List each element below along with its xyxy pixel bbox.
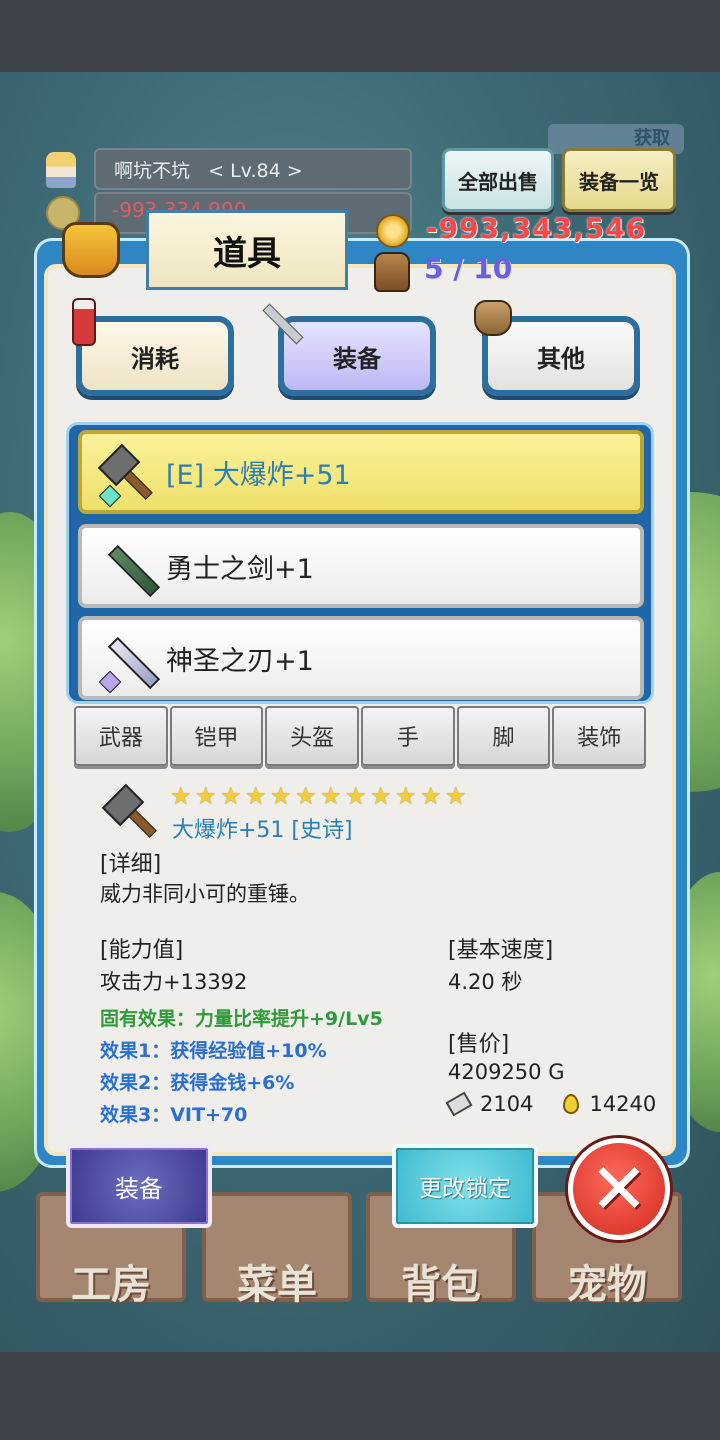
price-value: 4209250 G xyxy=(448,1060,565,1084)
list-item[interactable]: [E] 大爆炸+51 xyxy=(78,430,644,514)
player-name-level: 啊坑不坑 < Lv.84 > xyxy=(114,160,303,182)
detail-label: [详细] xyxy=(100,852,162,877)
nav-bag-label: 背包 xyxy=(401,1262,481,1308)
hammer-icon xyxy=(97,443,153,508)
effect-1: 效果1：获得经验值+10% xyxy=(100,1040,327,1062)
sack-icon xyxy=(474,300,512,336)
tab-equipment[interactable]: 装备 xyxy=(278,316,436,396)
slot-accessory[interactable]: 装饰 xyxy=(552,706,647,766)
bag-icon xyxy=(62,222,120,278)
hammer-icon xyxy=(100,783,157,838)
star-icon: ★ xyxy=(295,782,317,810)
tab-consumables[interactable]: 消耗 xyxy=(76,316,234,396)
player-avatar xyxy=(46,152,76,188)
bottom-bar xyxy=(0,1352,720,1440)
top-bar xyxy=(0,0,720,72)
slot-helmet[interactable]: 头盔 xyxy=(265,706,360,766)
star-icon: ★ xyxy=(420,782,442,810)
list-item[interactable]: 神圣之刃+1 xyxy=(78,616,644,700)
slot-hand[interactable]: 手 xyxy=(361,706,455,766)
detail-item-name: 大爆炸+51 [史诗] xyxy=(172,818,353,843)
sword-icon xyxy=(98,542,161,598)
item-name: 勇士之剑+1 xyxy=(166,553,314,585)
inventory-capacity: 5 / 10 xyxy=(424,252,513,285)
backpack-icon xyxy=(374,252,410,292)
material-costs: 2104 14240 xyxy=(445,1091,657,1117)
change-lock-button[interactable]: 更改锁定 xyxy=(392,1144,538,1228)
nav-menu-label: 菜单 xyxy=(237,1262,317,1308)
star-icon: ★ xyxy=(320,782,342,810)
close-button[interactable]: ✕ xyxy=(568,1138,670,1240)
sell-all-button[interactable]: 全部出售 xyxy=(442,148,554,212)
ore-amount: 2104 xyxy=(480,1092,534,1116)
star-icon: ★ xyxy=(345,782,367,810)
gold-amount: -993,343,546 xyxy=(426,212,647,245)
price-label: [售价] xyxy=(448,1032,510,1057)
potion-icon xyxy=(72,298,96,346)
star-icon: ★ xyxy=(245,782,267,810)
coin-icon xyxy=(376,214,410,248)
close-icon: ✕ xyxy=(589,1148,649,1230)
drop-amount: 14240 xyxy=(589,1092,657,1116)
item-description: 威力非同小可的重锤。 xyxy=(100,882,310,906)
list-item[interactable]: 勇士之剑+1 xyxy=(78,524,644,608)
speed-label: [基本速度] xyxy=(448,938,554,963)
equip-button[interactable]: 装备 xyxy=(66,1144,212,1228)
star-icon: ★ xyxy=(220,782,242,810)
slot-armor[interactable]: 铠甲 xyxy=(169,706,264,766)
panel-title: 道具 xyxy=(146,210,348,290)
slot-weapon[interactable]: 武器 xyxy=(74,706,168,766)
star-icon: ★ xyxy=(270,782,292,810)
speed-value: 4.20 秒 xyxy=(448,970,523,994)
star-icon: ★ xyxy=(370,782,392,810)
drop-icon xyxy=(563,1094,580,1114)
nav-pet-label: 宠物 xyxy=(567,1262,647,1308)
stats-label: [能力值] xyxy=(100,938,184,963)
star-icon: ★ xyxy=(395,782,417,810)
item-name: [E] 大爆炸+51 xyxy=(166,459,351,491)
effect-2: 效果2：获得金钱+6% xyxy=(100,1072,295,1094)
star-icon: ★ xyxy=(445,782,467,810)
ore-icon xyxy=(445,1091,473,1117)
item-name: 神圣之刃+1 xyxy=(166,645,314,677)
equipment-list-button[interactable]: 装备一览 xyxy=(562,148,676,212)
holy-blade-icon xyxy=(98,634,161,694)
rarity-stars: ★ ★ ★ ★ ★ ★ ★ ★ ★ ★ ★ ★ xyxy=(170,784,469,808)
effect-3: 效果3：VIT+70 xyxy=(100,1104,248,1126)
nav-workshop-label: 工房 xyxy=(71,1262,151,1308)
innate-effect: 固有效果：力量比率提升+9/Lv5 xyxy=(100,1008,383,1030)
slot-foot[interactable]: 脚 xyxy=(456,706,551,766)
attack-stat: 攻击力+13392 xyxy=(100,970,248,994)
star-icon: ★ xyxy=(195,782,217,810)
slot-filter-bar: 武器 铠甲 头盔 手 脚 装饰 xyxy=(74,706,647,766)
star-icon: ★ xyxy=(170,782,192,810)
